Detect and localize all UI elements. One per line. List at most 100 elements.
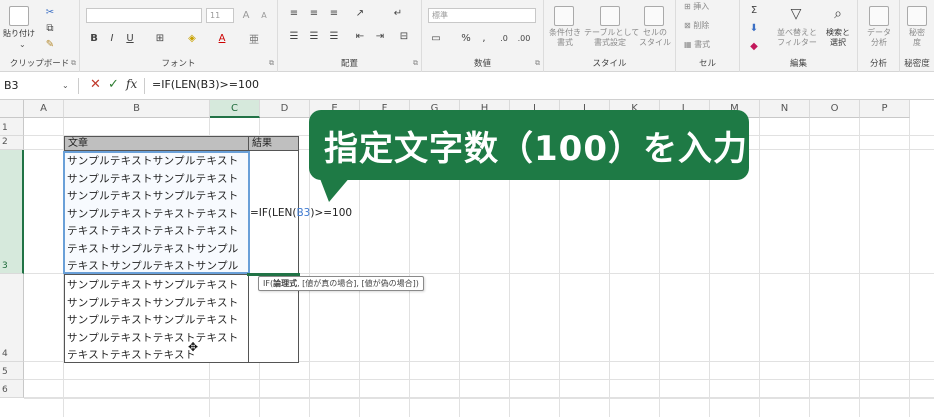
- formula-bar-separator: [78, 78, 79, 94]
- autosum-icon[interactable]: Σ: [746, 2, 762, 18]
- format-as-table-icon[interactable]: [600, 6, 620, 26]
- shrink-font-icon[interactable]: A: [256, 7, 272, 23]
- fill-color-icon[interactable]: ◈: [184, 30, 200, 46]
- format-button[interactable]: ▦ 書式: [684, 40, 710, 50]
- styles-group: 条件付き 書式 テーブルとして 書式設定 セルの スタイル スタイル: [544, 0, 676, 72]
- comma-icon[interactable]: ,: [476, 30, 492, 46]
- cut-icon[interactable]: ✂: [42, 4, 58, 20]
- fill-icon[interactable]: ⬇: [746, 20, 762, 36]
- font-group-label: フォント: [161, 59, 196, 69]
- sort-filter-icon[interactable]: ▽: [788, 6, 804, 22]
- align-center-icon[interactable]: ☰: [306, 28, 322, 44]
- cell-text-line: サンプルテキストサンプルテキスト: [67, 155, 239, 167]
- delete-button[interactable]: ⊠ 削除: [684, 21, 709, 31]
- insert-button[interactable]: ⊞ 挿入: [684, 2, 709, 12]
- column-header-o[interactable]: O: [810, 100, 860, 118]
- clipboard-launcher-icon[interactable]: ⧉: [71, 59, 76, 68]
- find-select-icon[interactable]: ⌕: [830, 6, 846, 22]
- conditional-format-icon[interactable]: [554, 6, 574, 26]
- editing-group-label: 編集: [789, 59, 807, 69]
- number-launcher-icon[interactable]: ⧉: [535, 59, 540, 68]
- format-as-table-button[interactable]: テーブルとして 書式設定: [584, 28, 639, 48]
- row-header-4[interactable]: 4: [0, 274, 24, 362]
- row-header-2[interactable]: 2: [0, 136, 24, 150]
- underline-button[interactable]: U: [122, 30, 138, 46]
- sensitivity-group-label: 秘密度: [904, 59, 930, 69]
- bold-button[interactable]: B: [86, 30, 102, 46]
- phonetic-icon[interactable]: 亜: [246, 30, 262, 46]
- sensitivity-button[interactable]: 秘密 度: [900, 28, 934, 48]
- find-select-button[interactable]: 検索と 選択: [820, 28, 856, 48]
- paste-icon[interactable]: [9, 6, 29, 26]
- alignment-group: ≡ ≡ ≡ ↗ ↵ ☰ ☰ ☰ ⇤ ⇥ ⊟ 配置 ⧉: [278, 0, 422, 72]
- gridline-v: [909, 118, 910, 417]
- editing-group: Σ ⬇ ◆ ▽ 並べ替えと フィルター ⌕ 検索と 選択 編集: [740, 0, 858, 72]
- conditional-format-button[interactable]: 条件付き 書式: [544, 28, 586, 48]
- increase-indent-icon[interactable]: ⇥: [372, 28, 388, 44]
- clear-icon[interactable]: ◆: [746, 38, 762, 54]
- clipboard-group-label: クリップボード: [9, 59, 70, 69]
- decrease-decimal-icon[interactable]: .00: [516, 30, 532, 46]
- align-middle-icon[interactable]: ≡: [306, 5, 322, 21]
- font-size-dropdown[interactable]: 11: [206, 8, 234, 23]
- row-header-3[interactable]: 3: [0, 150, 24, 274]
- insert-function-button[interactable]: fx: [126, 77, 137, 91]
- font-name-dropdown[interactable]: [86, 8, 202, 23]
- enter-icon[interactable]: ✓: [108, 77, 119, 92]
- name-box-dropdown-icon[interactable]: ⌄: [62, 81, 69, 90]
- c3-formula-prefix: =IF(LEN(: [250, 207, 297, 219]
- decrease-indent-icon[interactable]: ⇤: [352, 28, 368, 44]
- alignment-group-label: 配置: [340, 59, 358, 69]
- cells-group-label: セル: [698, 59, 716, 69]
- column-header-n[interactable]: N: [760, 100, 810, 118]
- header-cell-result[interactable]: 結果: [248, 136, 299, 151]
- paste-dropdown-icon[interactable]: ⌄: [19, 40, 26, 50]
- orientation-icon[interactable]: ↗: [352, 5, 368, 21]
- align-left-icon[interactable]: ☰: [286, 28, 302, 44]
- align-top-icon[interactable]: ≡: [286, 5, 302, 21]
- function-tooltip[interactable]: IF(論理式, [値が真の場合], [値が偽の場合]): [258, 276, 424, 291]
- insert-label: 挿入: [693, 2, 710, 11]
- column-header-b[interactable]: B: [64, 100, 210, 118]
- gridline-v: [759, 118, 760, 417]
- row-header-6[interactable]: 6: [0, 380, 24, 398]
- cell-text-line: サンプルテキストサンプルテキスト: [67, 314, 239, 326]
- header-cell-text[interactable]: 文章: [64, 136, 249, 151]
- number-format-dropdown[interactable]: 標準: [428, 8, 536, 23]
- italic-button[interactable]: I: [104, 30, 120, 46]
- paste-label[interactable]: 貼り付け: [3, 29, 35, 39]
- percent-icon[interactable]: %: [458, 30, 474, 46]
- wrap-text-icon[interactable]: ↵: [390, 5, 406, 21]
- sensitivity-icon[interactable]: [907, 6, 927, 26]
- data-analysis-button[interactable]: データ 分析: [858, 28, 900, 48]
- copy-icon[interactable]: ⧉: [42, 20, 58, 36]
- column-header-p[interactable]: P: [860, 100, 910, 118]
- select-all-corner[interactable]: [0, 100, 24, 118]
- row-header-1[interactable]: 1: [0, 118, 24, 136]
- grow-font-icon[interactable]: A: [238, 7, 254, 23]
- currency-icon[interactable]: ▭: [428, 30, 444, 46]
- font-color-icon[interactable]: A: [214, 30, 230, 46]
- merge-center-icon[interactable]: ⊟: [396, 28, 412, 44]
- format-painter-icon[interactable]: ✎: [42, 36, 58, 52]
- formula-input[interactable]: =IF(LEN(B3)>=100: [152, 78, 259, 91]
- align-right-icon[interactable]: ☰: [326, 28, 342, 44]
- cell-c3-formula[interactable]: =IF(LEN(B3)>=100: [250, 207, 352, 219]
- font-launcher-icon[interactable]: ⧉: [269, 59, 274, 68]
- ribbon: 貼り付け ⌄ ✂ ⧉ ✎ クリップボード ⧉ 11 A A B I U ⊞ ◈ …: [0, 0, 934, 72]
- format-label: 書式: [694, 40, 711, 49]
- column-header-a[interactable]: A: [24, 100, 64, 118]
- borders-icon[interactable]: ⊞: [152, 30, 168, 46]
- column-header-d[interactable]: D: [260, 100, 310, 118]
- align-bottom-icon[interactable]: ≡: [326, 5, 342, 21]
- column-header-c[interactable]: C: [210, 100, 260, 118]
- gridline-v: [809, 118, 810, 417]
- data-analysis-icon[interactable]: [869, 6, 889, 26]
- cell-styles-icon[interactable]: [644, 6, 664, 26]
- cancel-icon[interactable]: ✕: [90, 77, 101, 92]
- row-header-5[interactable]: 5: [0, 362, 24, 380]
- alignment-launcher-icon[interactable]: ⧉: [413, 59, 418, 68]
- increase-decimal-icon[interactable]: .0: [496, 30, 512, 46]
- cell-styles-button[interactable]: セルの スタイル: [636, 28, 674, 48]
- sort-filter-button[interactable]: 並べ替えと フィルター: [774, 28, 820, 48]
